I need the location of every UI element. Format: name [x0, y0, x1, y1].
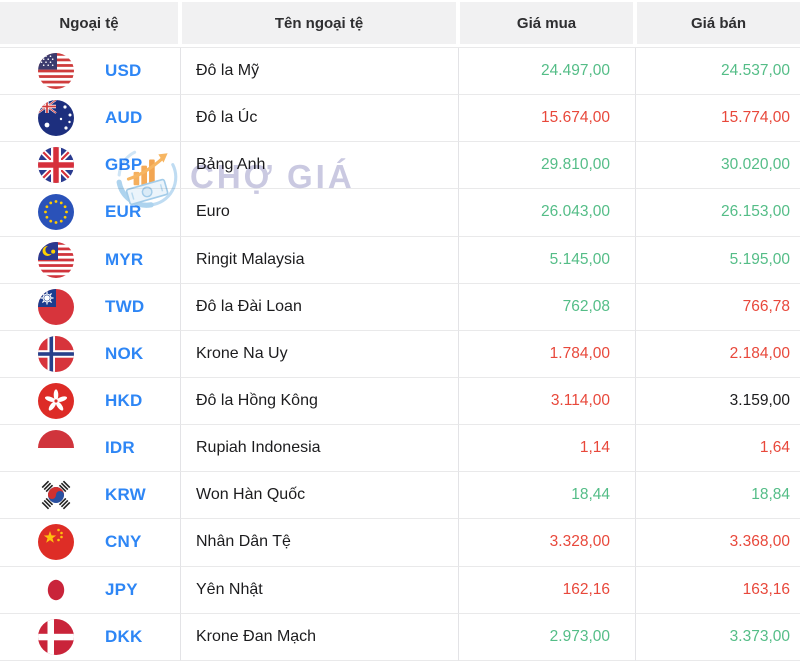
buy-price: 762,08 [458, 283, 635, 331]
currency-name: Rupiah Indonesia [180, 425, 458, 473]
sell-price: 2.184,00 [635, 330, 800, 378]
currency-cell[interactable]: EUR [0, 189, 180, 237]
currency-cell[interactable]: CNY [0, 519, 180, 567]
currency-cell[interactable]: KRW [0, 472, 180, 520]
currency-cell[interactable]: DKK [0, 614, 180, 661]
currency-code-link[interactable]: EUR [105, 202, 142, 222]
jpy-flag-icon [38, 571, 74, 608]
currency-cell[interactable]: GBP [0, 142, 180, 190]
exchange-rate-page: Ngoại tệ Tên ngoại tệ Giá mua Giá bán US… [0, 0, 800, 666]
sell-price: 1,64 [635, 425, 800, 473]
currency-name: Ringit Malaysia [180, 236, 458, 284]
currency-cell[interactable]: NOK [0, 331, 180, 378]
exchange-rate-table: USD Đô la Mỹ 24.497,00 24.537,00 AUD Đô … [0, 47, 800, 661]
header-currency-name: Tên ngoại tệ [182, 2, 456, 44]
header-currency: Ngoại tệ [0, 2, 178, 44]
currency-cell[interactable]: JPY [0, 567, 180, 614]
currency-name: Won Hàn Quốc [180, 472, 458, 520]
buy-price: 24.497,00 [458, 48, 635, 96]
sell-price: 30.020,00 [635, 142, 800, 190]
buy-price: 162,16 [458, 566, 635, 614]
nok-flag-icon [38, 335, 74, 372]
sell-price: 766,78 [635, 283, 800, 331]
currency-code-link[interactable]: CNY [105, 532, 142, 552]
sell-price: 3.373,00 [635, 613, 800, 661]
gbp-flag-icon [38, 147, 74, 184]
currency-code-link[interactable]: AUD [105, 108, 142, 128]
dkk-flag-icon [38, 618, 74, 655]
currency-name: Euro [180, 189, 458, 237]
header-sell-price: Giá bán [637, 2, 800, 44]
currency-name: Đô la Đài Loan [180, 283, 458, 331]
sell-price: 26.153,00 [635, 189, 800, 237]
buy-price: 18,44 [458, 472, 635, 520]
currency-cell[interactable]: HKD [0, 378, 180, 426]
currency-name: Krone Na Uy [180, 330, 458, 378]
currency-name: Bảng Anh [180, 142, 458, 190]
sell-price: 163,16 [635, 566, 800, 614]
currency-name: Đô la Hồng Kông [180, 377, 458, 426]
header-buy-price: Giá mua [460, 2, 633, 44]
currency-code-link[interactable]: KRW [105, 485, 146, 505]
buy-price: 1,14 [458, 425, 635, 473]
currency-cell[interactable]: AUD [0, 95, 180, 143]
eur-flag-icon [38, 194, 74, 231]
currency-name: Yên Nhật [180, 566, 458, 614]
buy-price: 29.810,00 [458, 142, 635, 190]
buy-price: 3.114,00 [458, 377, 635, 426]
currency-code-link[interactable]: HKD [105, 391, 142, 411]
twd-flag-icon [38, 288, 74, 325]
buy-price: 1.784,00 [458, 330, 635, 378]
currency-name: Krone Đan Mạch [180, 613, 458, 661]
currency-code-link[interactable]: JPY [105, 580, 138, 600]
currency-code-link[interactable]: NOK [105, 344, 143, 364]
currency-code-link[interactable]: USD [105, 61, 142, 81]
currency-code-link[interactable]: IDR [105, 438, 135, 458]
buy-price: 2.973,00 [458, 613, 635, 661]
aud-flag-icon [38, 100, 74, 137]
currency-code-link[interactable]: MYR [105, 250, 143, 270]
buy-price: 15.674,00 [458, 95, 635, 143]
currency-cell[interactable]: USD [0, 48, 180, 96]
currency-cell[interactable]: TWD [0, 284, 180, 331]
currency-code-link[interactable]: DKK [105, 627, 142, 647]
currency-code-link[interactable]: TWD [105, 297, 144, 317]
idr-flag-icon [38, 430, 74, 467]
buy-price: 5.145,00 [458, 236, 635, 284]
sell-price: 18,84 [635, 472, 800, 520]
currency-cell[interactable]: IDR [0, 425, 180, 473]
sell-price: 24.537,00 [635, 48, 800, 96]
sell-price: 3.159,00 [635, 377, 800, 426]
buy-price: 3.328,00 [458, 519, 635, 567]
table-header: Ngoại tệ Tên ngoại tệ Giá mua Giá bán [0, 0, 800, 44]
myr-flag-icon [38, 241, 74, 278]
currency-code-link[interactable]: GBP [105, 155, 142, 175]
krw-flag-icon [38, 477, 74, 514]
sell-price: 3.368,00 [635, 519, 800, 567]
currency-cell[interactable]: MYR [0, 237, 180, 284]
usd-flag-icon [38, 53, 74, 90]
sell-price: 15.774,00 [635, 95, 800, 143]
currency-name: Nhân Dân Tệ [180, 519, 458, 567]
cny-flag-icon [38, 524, 74, 561]
sell-price: 5.195,00 [635, 236, 800, 284]
currency-name: Đô la Úc [180, 95, 458, 143]
buy-price: 26.043,00 [458, 189, 635, 237]
currency-name: Đô la Mỹ [180, 48, 458, 96]
hkd-flag-icon [38, 383, 74, 420]
